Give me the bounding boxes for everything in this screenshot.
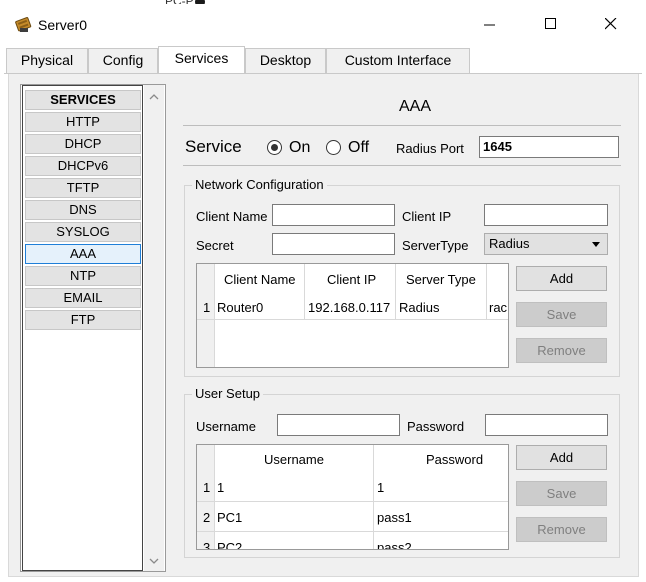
column-divider: [304, 264, 305, 320]
title-bar[interactable]: Server0: [4, 4, 642, 44]
remove-client-button[interactable]: Remove: [516, 338, 607, 363]
secret-input[interactable]: [272, 233, 395, 255]
clients-table[interactable]: Client Name Client IP Server Type 1 Rout…: [196, 263, 509, 368]
service-item-tftp[interactable]: TFTP: [25, 178, 141, 198]
table-cell-password[interactable]: pass2: [377, 540, 412, 549]
column-divider: [486, 264, 487, 320]
radius-port-label: Radius Port: [396, 141, 464, 156]
table-cell-username[interactable]: PC1: [217, 510, 242, 526]
user-setup-title: User Setup: [192, 386, 264, 401]
table-cell-password[interactable]: pass1: [377, 510, 412, 526]
service-item-aaa[interactable]: AAA: [25, 244, 141, 264]
table-row-index: 3: [203, 540, 211, 550]
service-off-label: Off: [348, 139, 370, 156]
user-setup-group: User Setup Username Password Username Pa…: [184, 386, 620, 558]
tab-config[interactable]: Config: [88, 48, 158, 73]
services-sidebar: SERVICES HTTP DHCP DHCPv6 TFTP DNS SYSLO…: [20, 84, 166, 572]
scroll-down-icon[interactable]: [149, 557, 159, 565]
column-divider: [395, 264, 396, 320]
users-table[interactable]: Username Password 1 1 1 2 PC1 pass1 3 PC…: [196, 444, 509, 550]
service-on-label: On: [289, 139, 311, 156]
table-row-index: 2: [203, 510, 211, 525]
server-type-value: Radius: [489, 236, 530, 251]
server-type-select[interactable]: Radius: [484, 233, 608, 255]
client-ip-label: Client IP: [402, 209, 452, 224]
service-divider: [183, 165, 621, 166]
services-panel: SERVICES HTTP DHCP DHCPv6 TFTP DNS SYSLO…: [8, 74, 639, 577]
tab-bar: Physical Config Services Desktop Custom …: [4, 46, 642, 74]
service-item-syslog[interactable]: SYSLOG: [25, 222, 141, 242]
radius-port-input[interactable]: 1645: [479, 136, 619, 158]
tab-services[interactable]: Services: [158, 46, 245, 73]
row-divider: [197, 319, 508, 320]
secret-label: Secret: [196, 238, 234, 253]
page-title: AAA: [398, 98, 431, 115]
title-divider: [183, 125, 621, 126]
services-header: SERVICES: [25, 90, 141, 110]
save-user-button[interactable]: Save: [516, 481, 607, 506]
service-item-dhcpv6[interactable]: DHCPv6: [25, 156, 141, 176]
table-cell-username[interactable]: 1: [217, 480, 224, 496]
add-client-button[interactable]: Add: [516, 266, 607, 291]
dropdown-caret-icon: [592, 242, 600, 247]
server-window: Server0 Physical Config Services Desktop…: [4, 4, 642, 580]
services-list: SERVICES HTTP DHCP DHCPv6 TFTP DNS SYSLO…: [22, 85, 143, 571]
add-user-button[interactable]: Add: [516, 445, 607, 470]
network-configuration-title: Network Configuration: [192, 177, 327, 192]
client-name-label: Client Name: [196, 209, 268, 224]
table-cell-client-name[interactable]: Router0: [217, 300, 263, 316]
service-item-http[interactable]: HTTP: [25, 112, 141, 132]
row-header-gutter: [197, 445, 214, 549]
password-input[interactable]: [485, 414, 608, 436]
close-icon: [605, 18, 617, 30]
service-label: Service: [185, 137, 242, 156]
tab-custom-interface[interactable]: Custom Interface: [326, 48, 470, 73]
client-name-input[interactable]: [272, 204, 395, 226]
service-item-ntp[interactable]: NTP: [25, 266, 141, 286]
table-cell-username[interactable]: PC2: [217, 540, 242, 549]
tab-desktop[interactable]: Desktop: [245, 48, 326, 73]
column-divider: [214, 445, 215, 549]
column-header-username[interactable]: Username: [264, 452, 324, 468]
row-divider: [197, 531, 508, 532]
table-cell-server-type[interactable]: Radius: [399, 300, 439, 316]
service-item-dns[interactable]: DNS: [25, 200, 141, 220]
minimize-icon: [484, 24, 495, 26]
maximize-button[interactable]: [528, 10, 574, 40]
service-off-radio[interactable]: [326, 140, 341, 155]
services-scrollbar[interactable]: [144, 85, 164, 571]
close-button[interactable]: [588, 10, 634, 40]
minimize-button[interactable]: [467, 10, 513, 40]
password-label: Password: [407, 419, 465, 434]
service-item-ftp[interactable]: FTP: [25, 310, 141, 330]
column-header-client-ip[interactable]: Client IP: [327, 272, 376, 288]
remove-user-button[interactable]: Remove: [516, 517, 607, 542]
column-header-server-type[interactable]: Server Type: [406, 272, 476, 288]
username-label: Username: [196, 419, 256, 434]
row-divider: [197, 501, 508, 502]
server-type-label: ServerType: [402, 238, 469, 253]
tab-physical[interactable]: Physical: [6, 48, 88, 73]
maximize-icon: [545, 18, 556, 29]
server-icon: [15, 17, 32, 32]
scroll-up-icon[interactable]: [149, 93, 159, 101]
username-input[interactable]: [277, 414, 400, 436]
client-ip-input[interactable]: [484, 204, 608, 226]
service-item-email[interactable]: EMAIL: [25, 288, 141, 308]
table-cell-password[interactable]: 1: [377, 480, 384, 496]
table-cell-extra[interactable]: rac: [489, 300, 508, 316]
column-header-password[interactable]: Password: [426, 452, 483, 468]
service-item-dhcp[interactable]: DHCP: [25, 134, 141, 154]
network-configuration-group: Network Configuration Client Name Client…: [184, 177, 620, 377]
save-client-button[interactable]: Save: [516, 302, 607, 327]
column-divider: [373, 445, 374, 549]
table-row-index: 1: [203, 480, 211, 495]
table-row-index: 1: [203, 300, 211, 315]
window-title: Server0: [38, 17, 88, 33]
service-on-radio[interactable]: [267, 140, 282, 155]
column-divider: [214, 264, 215, 367]
column-header-client-name[interactable]: Client Name: [224, 272, 296, 288]
table-cell-client-ip[interactable]: 192.168.0.117: [308, 300, 390, 316]
